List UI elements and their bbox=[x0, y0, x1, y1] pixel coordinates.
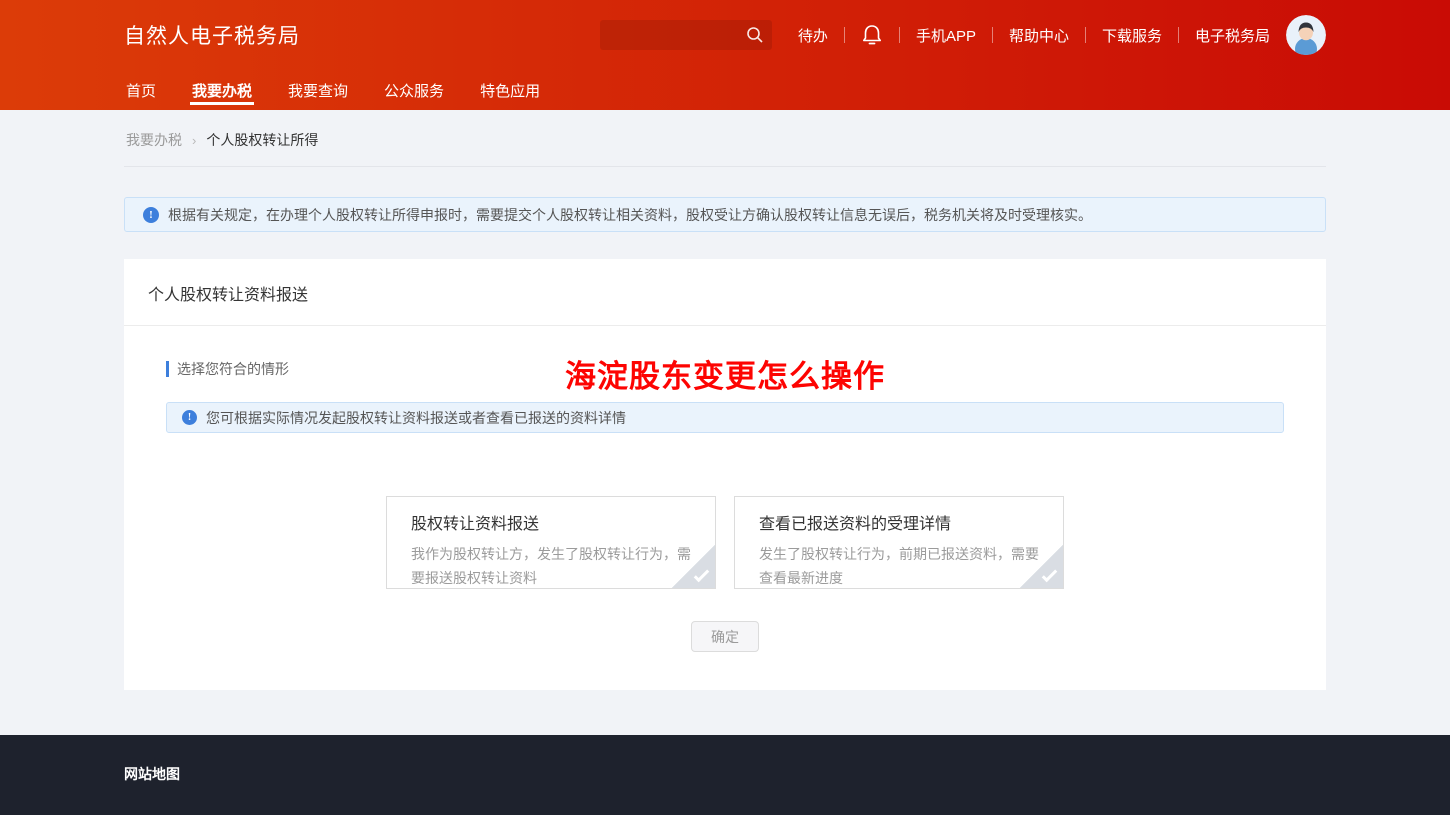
checkmark-icon bbox=[1042, 567, 1058, 583]
option-title: 股权转让资料报送 bbox=[411, 510, 691, 534]
quick-links: 待办 手机APP 帮助中心 下载服务 电子税务局 bbox=[798, 15, 1326, 55]
brand-title: 自然人电子税务局 bbox=[124, 20, 300, 50]
breadcrumb-current: 个人股权转让所得 bbox=[206, 130, 318, 150]
main-panel: 个人股权转让资料报送 选择您符合的情形 海淀股东变更怎么操作 ! 您可根据实际情… bbox=[124, 259, 1326, 690]
divider bbox=[899, 27, 900, 43]
top-notice-banner: ! 根据有关规定，在办理个人股权转让所得申报时，需要提交个人股权转让相关资料，股… bbox=[124, 197, 1326, 232]
main-nav: 首页 我要办税 我要查询 公众服务 特色应用 bbox=[0, 70, 1450, 110]
section-label: 选择您符合的情形 bbox=[166, 359, 289, 379]
info-icon: ! bbox=[182, 410, 197, 425]
option-description: 发生了股权转让行为，前期已报送资料，需要查看最新进度 bbox=[759, 542, 1039, 589]
sitemap-title: 网站地图 bbox=[124, 764, 1326, 784]
corner-select-indicator bbox=[1019, 544, 1064, 589]
notification-bell-icon[interactable] bbox=[861, 23, 883, 47]
user-avatar[interactable] bbox=[1286, 15, 1326, 55]
red-annotation-text: 海淀股东变更怎么操作 bbox=[565, 351, 885, 396]
breadcrumb-parent[interactable]: 我要办税 bbox=[126, 130, 182, 150]
panel-header: 个人股权转让资料报送 bbox=[124, 259, 1326, 326]
top-bar: 自然人电子税务局 待办 手机APP bbox=[0, 0, 1450, 70]
nav-inquiry[interactable]: 我要查询 bbox=[286, 70, 350, 110]
app-header: 自然人电子税务局 待办 手机APP bbox=[0, 0, 1450, 110]
search-box[interactable] bbox=[600, 20, 772, 50]
download-service-link[interactable]: 下载服务 bbox=[1102, 25, 1162, 46]
divider bbox=[844, 27, 845, 43]
top-notice-text: 根据有关规定，在办理个人股权转让所得申报时，需要提交个人股权转让相关资料，股权受… bbox=[168, 205, 1092, 225]
etax-bureau-link[interactable]: 电子税务局 bbox=[1195, 25, 1270, 46]
option-cards: 股权转让资料报送 我作为股权转让方，发生了股权转让行为，需要报送股权转让资料 查… bbox=[166, 496, 1284, 589]
option-title: 查看已报送资料的受理详情 bbox=[759, 510, 1039, 534]
section-marker bbox=[166, 361, 169, 377]
nav-public-service[interactable]: 公众服务 bbox=[382, 70, 446, 110]
info-icon: ! bbox=[143, 207, 159, 223]
corner-select-indicator bbox=[671, 544, 716, 589]
breadcrumb: 我要办税 › 个人股权转让所得 bbox=[124, 110, 1326, 167]
hint-text: 您可根据实际情况发起股权转让资料报送或者查看已报送的资料详情 bbox=[206, 408, 626, 428]
divider bbox=[1178, 27, 1179, 43]
site-footer: 网站地图 我要办税 专项附加扣除填报 我要查询 申报信息查询 公众服务 票证查验… bbox=[0, 735, 1450, 815]
search-icon[interactable] bbox=[746, 26, 764, 44]
option-card-view-progress[interactable]: 查看已报送资料的受理详情 发生了股权转让行为，前期已报送资料，需要查看最新进度 bbox=[734, 496, 1064, 589]
nav-featured-apps[interactable]: 特色应用 bbox=[478, 70, 542, 110]
section-label-text: 选择您符合的情形 bbox=[177, 359, 289, 379]
divider bbox=[1085, 27, 1086, 43]
hint-banner: ! 您可根据实际情况发起股权转让资料报送或者查看已报送的资料详情 bbox=[166, 402, 1284, 433]
option-card-submit-materials[interactable]: 股权转让资料报送 我作为股权转让方，发生了股权转让行为，需要报送股权转让资料 bbox=[386, 496, 716, 589]
checkmark-icon bbox=[694, 567, 710, 583]
divider bbox=[992, 27, 993, 43]
help-center-link[interactable]: 帮助中心 bbox=[1009, 25, 1069, 46]
option-description: 我作为股权转让方，发生了股权转让行为，需要报送股权转让资料 bbox=[411, 542, 691, 589]
chevron-right-icon: › bbox=[192, 133, 196, 148]
mobile-app-link[interactable]: 手机APP bbox=[916, 25, 976, 46]
nav-tax-handling[interactable]: 我要办税 bbox=[190, 70, 254, 110]
panel-title: 个人股权转让资料报送 bbox=[148, 281, 1302, 305]
todo-link[interactable]: 待办 bbox=[798, 25, 828, 46]
nav-home[interactable]: 首页 bbox=[124, 70, 158, 110]
confirm-button[interactable]: 确定 bbox=[691, 621, 759, 652]
